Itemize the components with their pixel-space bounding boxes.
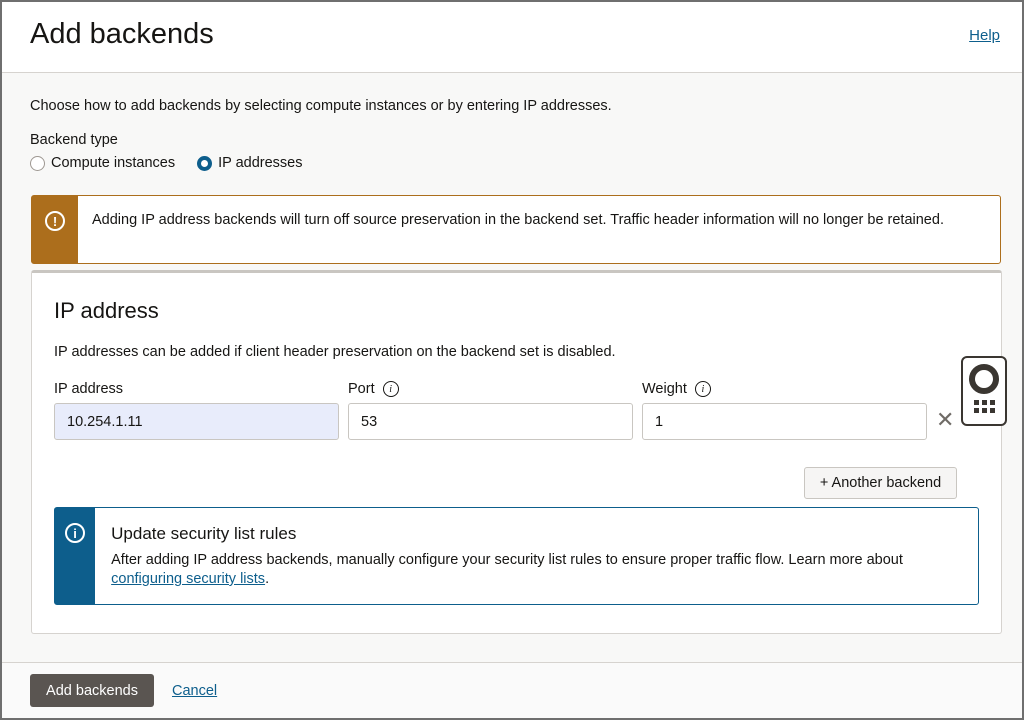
- radio-circle[interactable]: [30, 156, 45, 171]
- help-widget[interactable]: [961, 356, 1007, 426]
- cancel-link[interactable]: Cancel: [172, 683, 217, 699]
- lifebuoy-icon: [969, 364, 999, 394]
- info-icon[interactable]: i: [695, 381, 711, 397]
- ip-address-input[interactable]: 10.254.1.11: [54, 403, 339, 440]
- backend-type-label: Backend type: [30, 132, 118, 148]
- warning-text: Adding IP address backends will turn off…: [78, 196, 958, 263]
- info-text: After adding IP address backends, manual…: [111, 552, 903, 568]
- info-banner: i Update security list rules After addin…: [54, 507, 979, 605]
- help-link[interactable]: Help: [969, 27, 1000, 44]
- remove-backend-close-icon[interactable]: ✕: [936, 407, 954, 433]
- weight-input[interactable]: 1: [642, 403, 927, 440]
- label-text: Port: [348, 381, 375, 397]
- radio-label: Compute instances: [51, 155, 175, 171]
- ip-address-label: IP address: [54, 381, 123, 397]
- grid-icon: [974, 400, 995, 413]
- panel-description: IP addresses can be added if client head…: [54, 344, 616, 360]
- dialog: Add backends Help Choose how to add back…: [0, 0, 1024, 720]
- dialog-header: Add backends Help: [2, 2, 1022, 73]
- intro-text: Choose how to add backends by selecting …: [30, 98, 612, 114]
- port-input[interactable]: 53: [348, 403, 633, 440]
- radio-circle-selected[interactable]: [197, 156, 212, 171]
- port-label: Porti: [348, 381, 399, 397]
- info-icon: i: [65, 523, 85, 543]
- security-lists-link[interactable]: configuring security lists: [111, 571, 265, 587]
- info-icon[interactable]: i: [383, 381, 399, 397]
- ip-address-panel: IP address IP addresses can be added if …: [31, 270, 1002, 634]
- dialog-footer: Add backends Cancel: [2, 662, 1022, 718]
- warning-banner: ! Adding IP address backends will turn o…: [31, 195, 1001, 264]
- label-text: Weight: [642, 381, 687, 397]
- radio-compute-instances[interactable]: Compute instances: [30, 155, 175, 171]
- add-backends-button[interactable]: Add backends: [30, 674, 154, 707]
- page-title: Add backends: [30, 18, 214, 51]
- label-text: IP address: [54, 381, 123, 397]
- radio-ip-addresses[interactable]: IP addresses: [197, 155, 302, 171]
- panel-title: IP address: [54, 298, 159, 324]
- another-backend-button[interactable]: + Another backend: [804, 467, 957, 499]
- backend-type-radio-group: Compute instances IP addresses: [30, 155, 303, 171]
- warning-icon: !: [45, 211, 65, 231]
- radio-label: IP addresses: [218, 155, 302, 171]
- info-title: Update security list rules: [111, 524, 962, 543]
- weight-label: Weighti: [642, 381, 711, 397]
- info-text-end: .: [265, 571, 269, 587]
